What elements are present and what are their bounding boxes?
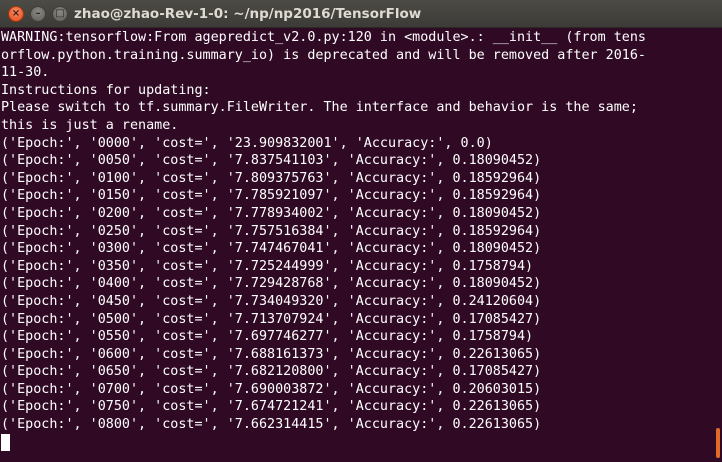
- close-icon: ×: [11, 8, 21, 19]
- close-button[interactable]: ×: [8, 6, 24, 22]
- terminal-window: × – □ zhao@zhao-Rev-1-0: ~/np/np2016/Ten…: [0, 0, 722, 462]
- terminal-line: Please switch to tf.summary.FileWriter. …: [1, 100, 638, 116]
- terminal-line: Instructions for updating:: [1, 82, 211, 98]
- terminal-line: ('Epoch:', '0700', 'cost=', '7.690003872…: [1, 381, 542, 397]
- terminal-line: ('Epoch:', '0200', 'cost=', '7.778934002…: [1, 205, 542, 221]
- terminal-line: this is just a rename.: [1, 117, 179, 133]
- terminal-line: ('Epoch:', '0000', 'cost=', '23.90983200…: [1, 135, 493, 151]
- terminal-line: ('Epoch:', '0150', 'cost=', '7.785921097…: [1, 188, 542, 204]
- terminal-line: ('Epoch:', '0300', 'cost=', '7.747467041…: [1, 241, 542, 257]
- minimize-button[interactable]: –: [30, 6, 46, 22]
- window-title: zhao@zhao-Rev-1-0: ~/np/np2016/TensorFlo…: [74, 6, 422, 22]
- maximize-icon: □: [55, 8, 65, 19]
- terminal-line: 11-30.: [1, 65, 50, 81]
- terminal-line: ('Epoch:', '0800', 'cost=', '7.662314415…: [1, 417, 542, 433]
- terminal-line: ('Epoch:', '0100', 'cost=', '7.809375763…: [1, 170, 542, 186]
- text-cursor: [1, 433, 10, 451]
- terminal-line: orflow.python.training.summary_io) is de…: [1, 47, 646, 63]
- terminal-line: ('Epoch:', '0650', 'cost=', '7.682120800…: [1, 364, 542, 380]
- terminal-line: ('Epoch:', '0450', 'cost=', '7.734049320…: [1, 293, 542, 309]
- prompt-line[interactable]: [0, 433, 708, 452]
- terminal-line: WARNING:tensorflow:From agepredict_v2.0.…: [1, 30, 646, 45]
- minimize-icon: –: [35, 8, 41, 19]
- terminal-line: ('Epoch:', '0250', 'cost=', '7.757516384…: [1, 223, 542, 239]
- maximize-button[interactable]: □: [52, 6, 68, 22]
- scrollbar[interactable]: [708, 29, 722, 462]
- title-bar[interactable]: × – □ zhao@zhao-Rev-1-0: ~/np/np2016/Ten…: [0, 0, 722, 28]
- scrollbar-thumb[interactable]: [716, 428, 720, 458]
- terminal-line: ('Epoch:', '0550', 'cost=', '7.697746277…: [1, 329, 534, 345]
- terminal-output[interactable]: WARNING:tensorflow:From agepredict_v2.0.…: [0, 29, 708, 462]
- terminal-line: ('Epoch:', '0500', 'cost=', '7.713707924…: [1, 311, 542, 327]
- terminal-line: ('Epoch:', '0600', 'cost=', '7.688161373…: [1, 346, 542, 362]
- terminal-line: ('Epoch:', '0400', 'cost=', '7.729428768…: [1, 276, 542, 292]
- terminal-line: ('Epoch:', '0750', 'cost=', '7.674721241…: [1, 399, 542, 415]
- terminal-line: ('Epoch:', '0050', 'cost=', '7.837541103…: [1, 153, 542, 169]
- terminal-line: ('Epoch:', '0350', 'cost=', '7.725244999…: [1, 258, 534, 274]
